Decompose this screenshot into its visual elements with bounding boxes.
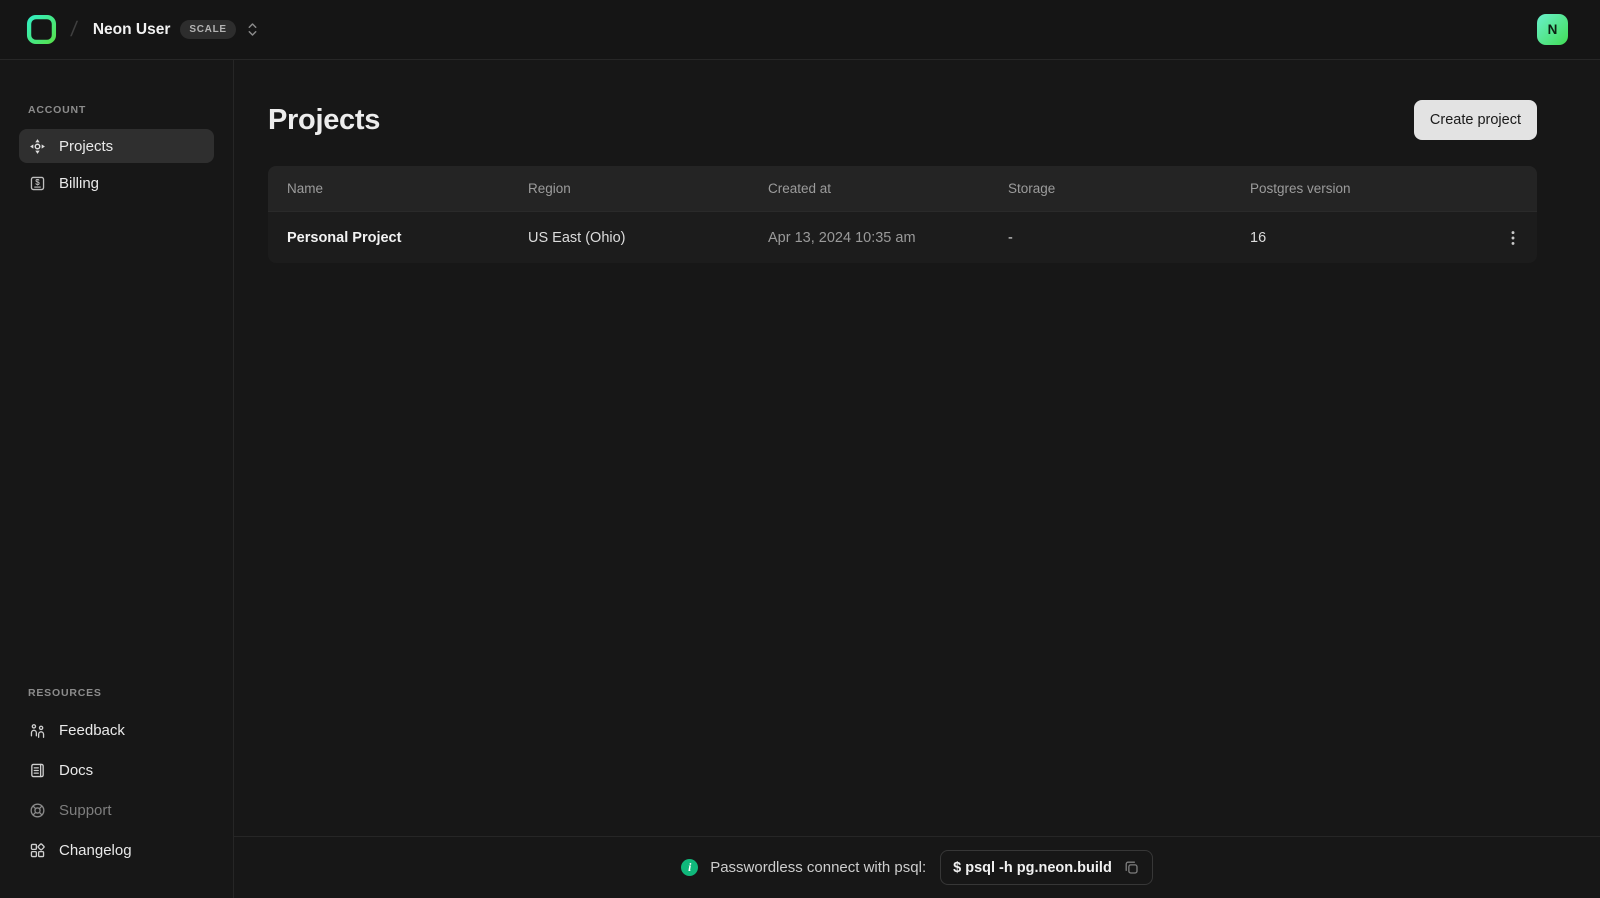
- project-actions-cell: [1489, 224, 1537, 252]
- title-row: Projects Create project: [268, 100, 1537, 140]
- column-header-created-at: Created at: [768, 181, 832, 196]
- sidebar-item-label: Feedback: [59, 722, 125, 739]
- page-body: ACCOUNT Projects $ Billing RESOURCES Fee…: [0, 60, 1600, 898]
- org-name: Neon User: [92, 20, 171, 38]
- row-menu-button[interactable]: [1500, 224, 1526, 252]
- changelog-icon: [28, 842, 46, 859]
- column-header-name: Name: [287, 181, 324, 196]
- user-avatar[interactable]: N: [1537, 14, 1568, 45]
- sidebar: ACCOUNT Projects $ Billing RESOURCES Fee…: [0, 60, 234, 898]
- create-project-button[interactable]: Create project: [1413, 100, 1537, 140]
- svg-text:$: $: [35, 178, 40, 187]
- sidebar-item-label: Billing: [59, 174, 100, 192]
- psql-command-box: $ psql -h pg.neon.build: [940, 850, 1153, 885]
- kebab-icon: [1506, 230, 1520, 246]
- copy-icon: [1123, 859, 1140, 876]
- sidebar-item-label: Changelog: [59, 842, 132, 859]
- org-switcher[interactable]: Neon User SCALE: [93, 20, 258, 39]
- neon-logo[interactable]: [26, 14, 57, 45]
- sidebar-resources-section: RESOURCES Feedback Docs Support Changelo…: [28, 687, 205, 872]
- psql-command-text: $ psql -h pg.neon.build: [953, 859, 1112, 876]
- sidebar-item-docs[interactable]: Docs: [19, 752, 214, 789]
- sidebar-item-feedback[interactable]: Feedback: [19, 712, 214, 749]
- column-header-region: Region: [528, 181, 571, 196]
- info-icon: i: [681, 859, 699, 876]
- breadcrumb-slash: /: [69, 17, 79, 41]
- sidebar-item-label: Projects: [59, 137, 114, 155]
- projects-icon: [28, 138, 46, 155]
- page-title: Projects: [268, 103, 381, 136]
- sidebar-item-label: Docs: [59, 762, 94, 779]
- psql-footer-text: Passwordless connect with psql:: [710, 859, 927, 876]
- table-row[interactable]: Personal Project US East (Ohio) Apr 13, …: [268, 211, 1537, 263]
- sidebar-item-label: Support: [59, 802, 112, 819]
- sidebar-item-projects[interactable]: Projects: [19, 129, 214, 163]
- support-icon: [28, 802, 46, 819]
- project-region-cell: US East (Ohio): [528, 229, 626, 246]
- account-section-label: ACCOUNT: [28, 104, 87, 116]
- project-created-at-cell: Apr 13, 2024 10:35 am: [768, 229, 916, 246]
- plan-badge: SCALE: [180, 20, 236, 39]
- sidebar-item-billing[interactable]: $ Billing: [19, 166, 214, 200]
- projects-table: Name Region Created at Storage Postgres …: [268, 166, 1537, 263]
- sidebar-item-changelog[interactable]: Changelog: [19, 832, 214, 869]
- docs-icon: [28, 762, 46, 779]
- copy-command-button[interactable]: [1123, 859, 1140, 876]
- column-header-postgres-version: Postgres version: [1250, 181, 1351, 196]
- billing-icon: $: [28, 175, 46, 192]
- psql-footer: i Passwordless connect with psql: $ psql…: [234, 836, 1600, 898]
- chevron-up-down-icon: [247, 21, 258, 38]
- project-postgres-version-cell: 16: [1250, 229, 1267, 246]
- sidebar-item-support[interactable]: Support: [19, 792, 214, 829]
- project-storage-cell: -: [1008, 229, 1013, 246]
- project-name-cell: Personal Project: [287, 229, 402, 246]
- column-header-storage: Storage: [1008, 181, 1056, 196]
- main-content: Projects Create project Name Region Crea…: [234, 60, 1600, 836]
- neon-logo-icon: [26, 14, 57, 45]
- main-area: Projects Create project Name Region Crea…: [234, 60, 1600, 898]
- feedback-icon: [28, 722, 46, 739]
- top-bar: / Neon User SCALE N: [0, 0, 1600, 60]
- table-header-row: Name Region Created at Storage Postgres …: [268, 166, 1537, 211]
- resources-section-label: RESOURCES: [28, 687, 102, 699]
